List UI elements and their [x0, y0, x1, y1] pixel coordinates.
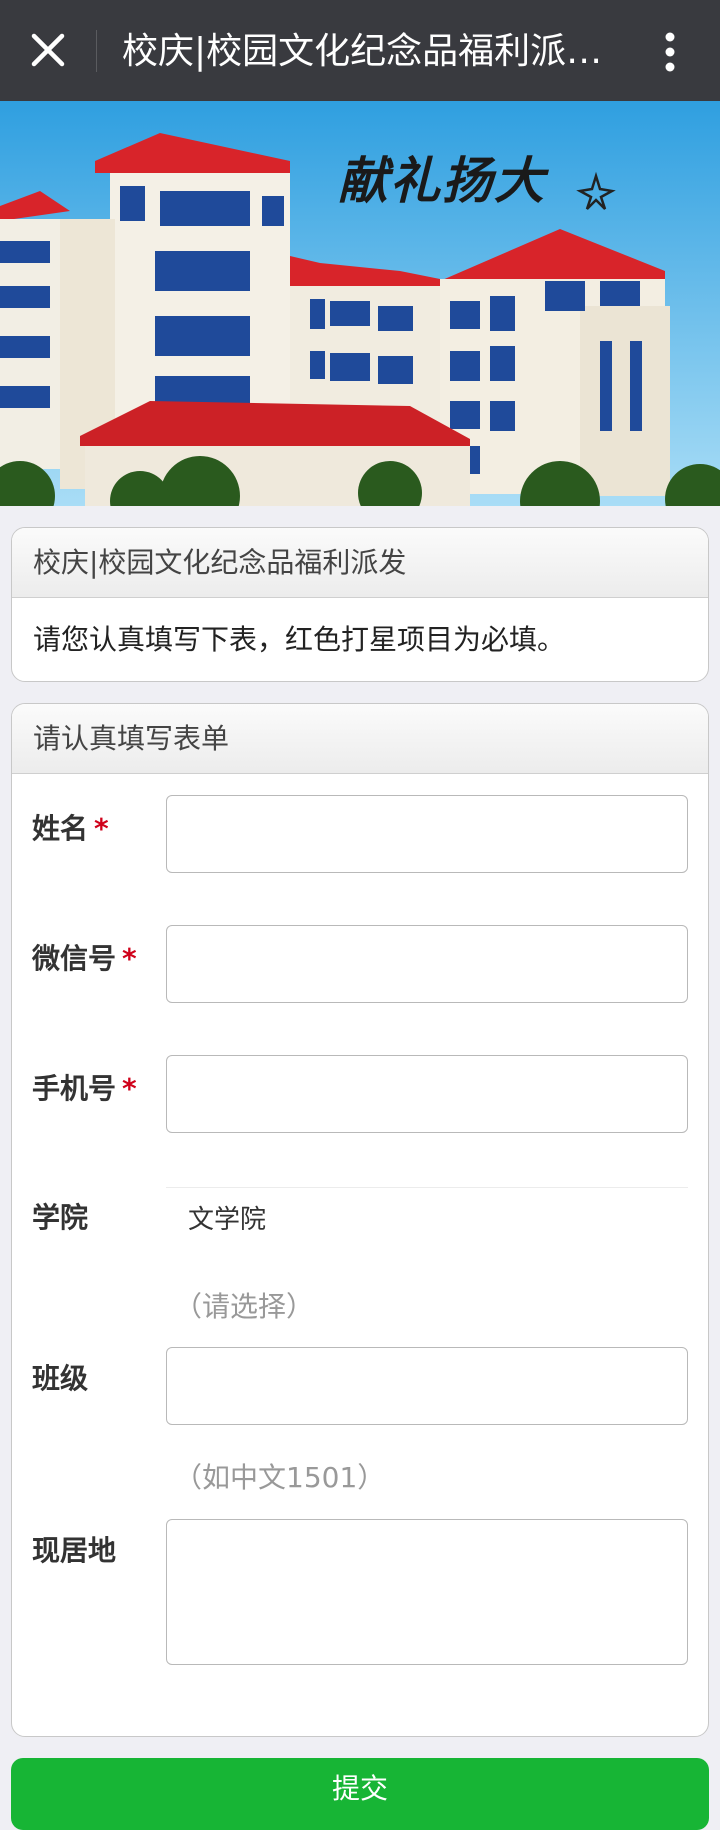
college-select[interactable]: 文学院 [188, 1199, 266, 1236]
intro-card: 校庆|校园文化纪念品福利派发 请您认真填写下表，红色打星项目为必填。 [11, 527, 709, 682]
wechat-input[interactable] [166, 925, 688, 1003]
banner-slogan: 献礼扬大 [338, 151, 546, 210]
submit-button[interactable]: 提交 [11, 1758, 709, 1830]
phone-label: 手机号 * [32, 1067, 137, 1107]
name-label-text: 姓名 [32, 812, 89, 845]
required-mark: * [94, 812, 109, 845]
form-card-title: 请认真填写表单 [12, 704, 708, 774]
college-select-border [166, 1187, 688, 1188]
wechat-label: 微信号 * [32, 937, 137, 977]
wechat-label-text: 微信号 [32, 942, 117, 975]
address-textarea[interactable] [166, 1519, 688, 1665]
required-mark: * [122, 942, 137, 975]
intro-card-text: 请您认真填写下表，红色打星项目为必填。 [33, 623, 566, 656]
intro-card-title: 校庆|校园文化纪念品福利派发 [12, 528, 708, 598]
phone-label-text: 手机号 [32, 1072, 117, 1105]
college-hint: （请选择） [174, 1290, 315, 1323]
address-label: 现居地 [32, 1534, 117, 1567]
banner-image: 献礼扬大 [0, 101, 720, 506]
required-mark: * [122, 1072, 137, 1105]
name-input[interactable] [166, 795, 688, 873]
form-card: 请认真填写表单 姓名 * 微信号 * 手机号 * 学院 文学院 （请选择） 班级 （如… [11, 703, 709, 1737]
class-hint: （如中文1501） [174, 1461, 386, 1494]
page-title: 校庆|校园文化纪念品福利派… [122, 31, 603, 72]
name-label: 姓名 * [32, 807, 109, 847]
topbar-divider [96, 30, 97, 72]
college-label: 学院 [32, 1201, 89, 1234]
class-input[interactable] [166, 1347, 688, 1425]
top-bar: 校庆|校园文化纪念品福利派… [0, 0, 720, 101]
class-label: 班级 [32, 1362, 89, 1395]
more-icon[interactable] [650, 30, 690, 74]
phone-input[interactable] [166, 1055, 688, 1133]
close-icon[interactable] [26, 28, 70, 72]
